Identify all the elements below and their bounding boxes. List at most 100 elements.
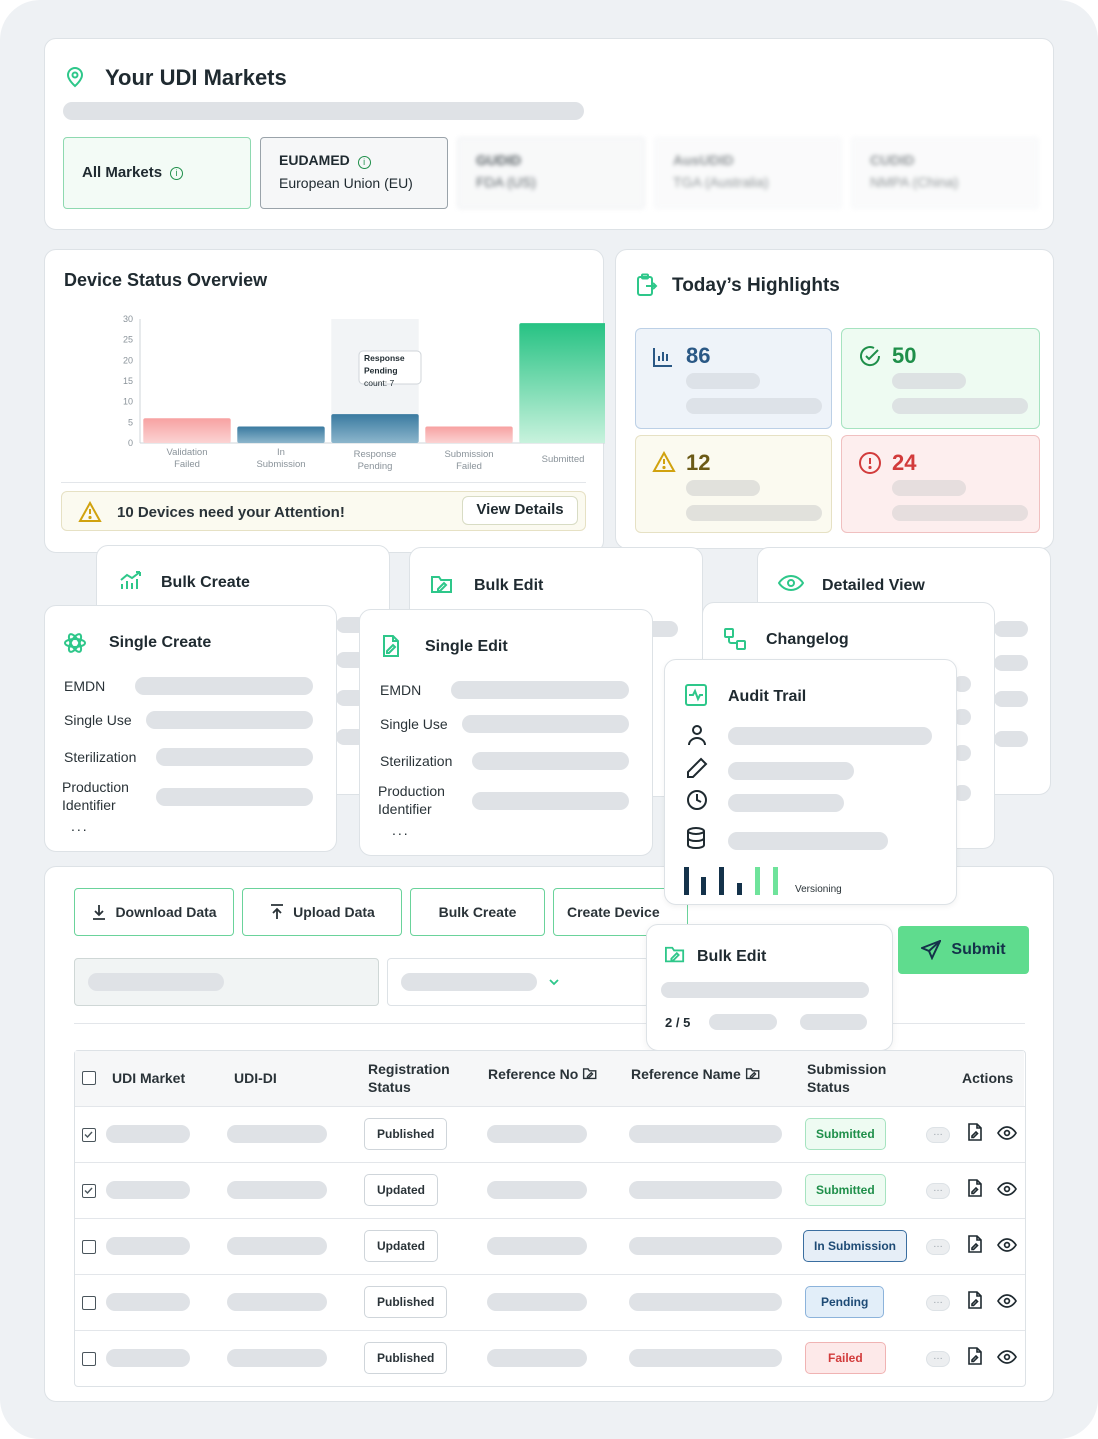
y-tick-label: 10 <box>123 397 133 407</box>
registration-status-badge: Updated <box>364 1230 438 1262</box>
more-actions-button[interactable]: … <box>926 1127 950 1143</box>
row-checkbox[interactable] <box>82 1184 96 1198</box>
submission-status-badge: In Submission <box>803 1230 908 1262</box>
market-eudamed[interactable]: EUDAMED i European Union (EU) <box>260 137 448 209</box>
market-ausudid[interactable]: AusUDID TGA (Australia) <box>654 137 842 209</box>
udi-market-placeholder <box>106 1293 190 1311</box>
udi-market-placeholder <box>106 1237 190 1255</box>
highlight-success: 50 <box>841 328 1040 429</box>
submit-button[interactable]: Submit <box>898 926 1029 974</box>
row-checkbox[interactable] <box>82 1128 96 1142</box>
row-checkbox[interactable] <box>82 1240 96 1254</box>
field-single-use: Single Use <box>380 716 448 732</box>
eye-icon[interactable] <box>997 1126 1017 1140</box>
field-sterilization: Sterilization <box>64 749 137 765</box>
field-emdn: EMDN <box>64 678 106 694</box>
bulk-edit-popup-title: Bulk Edit <box>697 948 767 965</box>
field-placeholder <box>135 677 313 695</box>
highlight-warning-value: 12 <box>686 450 711 475</box>
market-all[interactable]: All Markets i <box>63 137 251 209</box>
bar-validation-failed[interactable] <box>143 418 231 443</box>
bar-in-submission[interactable] <box>237 426 325 443</box>
version-bar <box>773 867 778 895</box>
alert-circle-icon <box>859 452 881 474</box>
eye-icon[interactable] <box>997 1350 1017 1364</box>
bar-submitted[interactable] <box>519 323 605 443</box>
check-circle-icon <box>860 346 881 367</box>
clock-icon <box>687 790 707 810</box>
eye-icon[interactable] <box>997 1238 1017 1252</box>
field-identifier: Identifier <box>62 797 116 813</box>
reference-no-placeholder <box>487 1125 587 1143</box>
version-bar <box>701 877 706 895</box>
status-chart: 0 5 10 15 20 25 30 Validation Failed In Submission… <box>123 314 605 472</box>
view-details-button[interactable]: View Details <box>462 496 578 525</box>
reference-name-placeholder <box>629 1349 782 1367</box>
placeholder-bar <box>728 727 932 745</box>
single-create-card[interactable]: Single Create EMDN Single Use Sterilizat… <box>44 605 337 852</box>
more-fields-ellipsis: ... <box>392 822 410 838</box>
y-tick-label: 30 <box>123 314 133 324</box>
market-gudid[interactable]: GUDID FDA (US) <box>457 137 645 209</box>
field-placeholder <box>156 748 313 766</box>
placeholder-bar <box>686 480 760 496</box>
market-ausudid-label: AusUDID <box>673 152 734 168</box>
header-udi-di[interactable]: UDI-DI <box>234 1069 277 1087</box>
bulk-edit-popup[interactable]: Bulk Edit 2 / 5 <box>646 924 893 1051</box>
reference-name-placeholder <box>629 1237 782 1255</box>
bar-submission-failed[interactable] <box>425 426 513 443</box>
more-actions-button[interactable]: … <box>926 1351 950 1367</box>
bar-response-pending[interactable] <box>331 414 419 443</box>
download-data-button[interactable]: Download Data <box>74 888 234 936</box>
header-udi-market[interactable]: UDI Market <box>112 1069 185 1087</box>
bulk-create-title: Bulk Create <box>161 574 250 591</box>
more-actions-button[interactable]: … <box>926 1183 950 1199</box>
audit-trail-card[interactable]: Audit Trail Versioning <box>664 659 957 905</box>
row-checkbox[interactable] <box>82 1352 96 1366</box>
upload-data-button[interactable]: Upload Data <box>242 888 402 936</box>
header-reference-no[interactable]: Reference No <box>488 1065 598 1083</box>
header-submission-status-1[interactable]: Submission <box>807 1060 886 1078</box>
select-placeholder <box>401 973 537 991</box>
device-status-card: Device Status Overview 0 5 10 15 20 25 30 Valid… <box>44 249 605 553</box>
field-production: Production <box>378 783 445 799</box>
x-tick-label: Submission Failed <box>444 449 493 472</box>
placeholder-bar <box>800 1014 867 1030</box>
header-registration-status-2[interactable]: Status <box>368 1078 411 1096</box>
bulk-create-button[interactable]: Bulk Create <box>410 888 545 936</box>
edit-file-icon[interactable] <box>967 1291 983 1309</box>
eye-icon[interactable] <box>997 1182 1017 1196</box>
version-bar <box>737 883 742 895</box>
header-reference-name[interactable]: Reference Name <box>631 1065 761 1083</box>
registration-status-badge: Published <box>364 1342 448 1374</box>
check-icon <box>84 1131 93 1139</box>
input-placeholder <box>88 973 224 991</box>
placeholder-bar <box>994 691 1028 707</box>
highlight-total-value: 86 <box>686 343 711 368</box>
placeholder-bar <box>892 398 1028 414</box>
header-submission-status-2[interactable]: Status <box>807 1078 850 1096</box>
header-registration-status-1[interactable]: Registration <box>368 1060 450 1078</box>
placeholder-bar <box>686 373 760 389</box>
more-actions-button[interactable]: … <box>926 1295 950 1311</box>
edit-file-icon[interactable] <box>967 1347 983 1365</box>
search-input[interactable] <box>74 958 379 1006</box>
edit-file-icon[interactable] <box>967 1235 983 1253</box>
select-all-checkbox[interactable] <box>82 1071 96 1085</box>
versioning-chart <box>684 865 784 895</box>
filter-select[interactable] <box>387 958 649 1006</box>
more-actions-button[interactable]: … <box>926 1239 950 1255</box>
y-tick-label: 0 <box>128 438 133 448</box>
edit-file-icon[interactable] <box>967 1179 983 1197</box>
submit-label: Submit <box>951 941 1006 958</box>
submission-status-badge: Failed <box>805 1342 886 1374</box>
row-checkbox[interactable] <box>82 1296 96 1310</box>
placeholder-bar <box>994 655 1028 671</box>
eye-icon[interactable] <box>997 1294 1017 1308</box>
single-edit-card[interactable]: Single Edit EMDN Single Use Sterilizatio… <box>359 609 653 856</box>
bulk-create-label: Bulk Create <box>438 904 517 920</box>
market-cudid[interactable]: CUDID NMPA (China) <box>851 137 1039 209</box>
edit-file-icon[interactable] <box>967 1123 983 1141</box>
chevron-down-icon <box>549 979 559 986</box>
markets-title: Your UDI Markets <box>105 65 287 90</box>
